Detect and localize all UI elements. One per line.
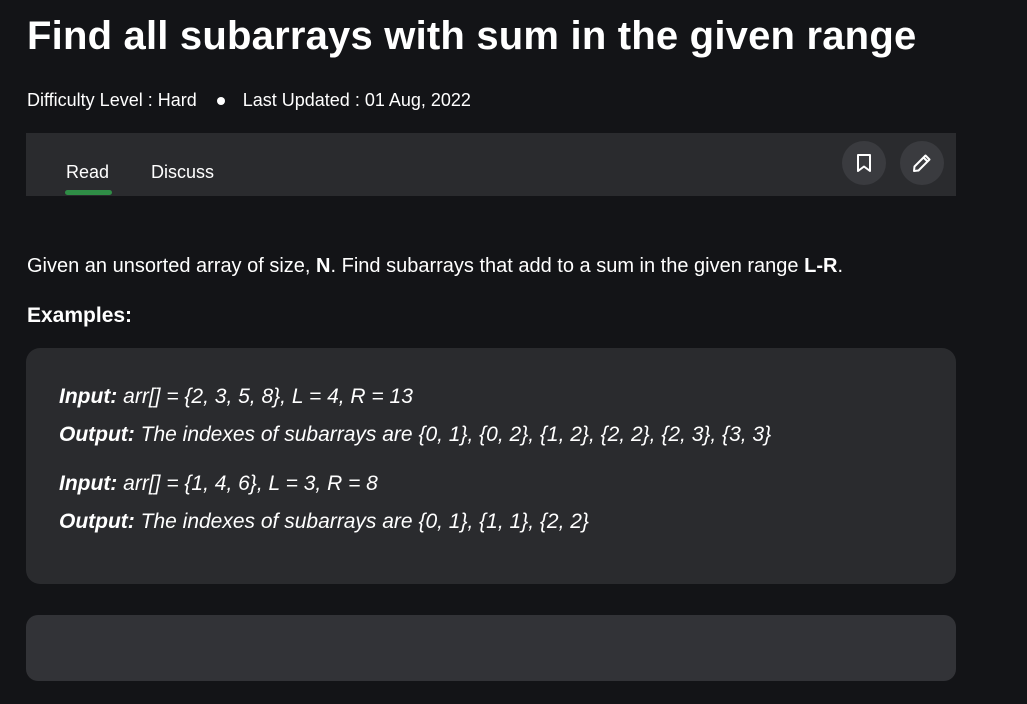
examples-heading: Examples:: [27, 304, 133, 327]
output-text: The indexes of subarrays are {0, 1}, {0,…: [134, 423, 772, 446]
content-placeholder-box: [26, 615, 956, 681]
page-title: Find all subarrays with sum in the given…: [27, 14, 917, 58]
edit-button[interactable]: [900, 141, 944, 185]
active-tab-indicator: [65, 190, 112, 195]
description-lr: L-R: [804, 255, 838, 277]
example-2-output: Output: The indexes of subarrays are {0,…: [59, 510, 589, 534]
article-meta: Difficulty Level : Hard Last Updated : 0…: [27, 90, 471, 111]
problem-description: Given an unsorted array of size, N. Find…: [27, 255, 843, 278]
examples-box: Input: arr[] = {2, 3, 5, 8}, L = 4, R = …: [26, 348, 956, 584]
description-n: N: [316, 255, 331, 277]
difficulty-level: Difficulty Level : Hard: [27, 90, 197, 110]
input-text: arr[] = {1, 4, 6}, L = 3, R = 8: [117, 472, 378, 495]
tab-discuss[interactable]: Discuss: [151, 162, 214, 183]
input-text: arr[] = {2, 3, 5, 8}, L = 4, R = 13: [117, 385, 413, 408]
output-label: Output:: [59, 423, 135, 446]
input-label: Input:: [59, 472, 118, 495]
bookmark-icon: [857, 154, 871, 172]
example-1-output: Output: The indexes of subarrays are {0,…: [59, 423, 771, 447]
article-page: Find all subarrays with sum in the given…: [0, 0, 1027, 704]
output-text: The indexes of subarrays are {0, 1}, {1,…: [134, 510, 589, 533]
description-end: .: [837, 255, 843, 277]
tab-read[interactable]: Read: [66, 162, 109, 183]
pencil-icon: [913, 154, 931, 172]
article-tab-bar: Read Discuss: [26, 133, 956, 196]
output-label: Output:: [59, 510, 135, 533]
description-text: Given an unsorted array of size,: [27, 255, 317, 277]
description-text-2: . Find subarrays that add to a sum in th…: [330, 255, 805, 277]
bookmark-button[interactable]: [842, 141, 886, 185]
example-2-input: Input: arr[] = {1, 4, 6}, L = 3, R = 8: [59, 472, 378, 496]
input-label: Input:: [59, 385, 118, 408]
example-1-input: Input: arr[] = {2, 3, 5, 8}, L = 4, R = …: [59, 385, 413, 409]
separator-dot-icon: [216, 96, 225, 105]
last-updated: Last Updated : 01 Aug, 2022: [242, 90, 471, 110]
